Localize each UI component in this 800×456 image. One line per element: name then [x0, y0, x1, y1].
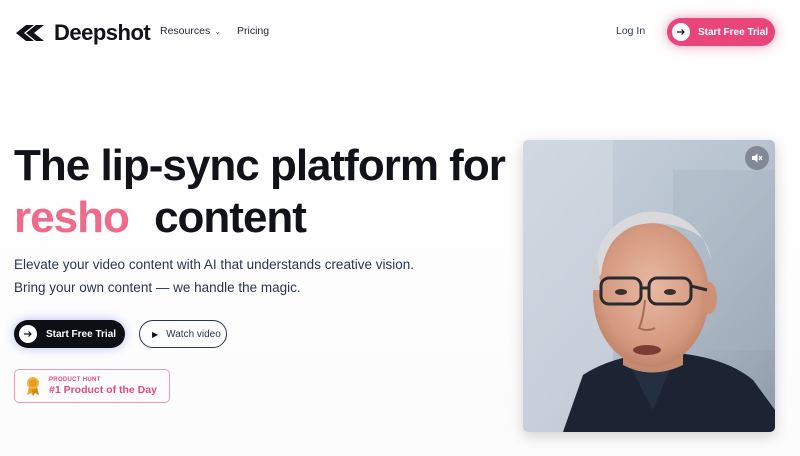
play-icon: ▶ [152, 329, 159, 339]
product-hunt-badge-text: PRODUCT HUNT #1 Product of the Day [49, 376, 157, 397]
demo-video-player[interactable] [523, 140, 775, 432]
product-hunt-label: PRODUCT HUNT [49, 376, 101, 383]
mute-toggle[interactable] [745, 146, 769, 170]
product-of-the-day-label: #1 Product of the Day [49, 383, 157, 396]
speaker-muted-icon [752, 153, 763, 163]
start-free-trial-label: Start Free Trial [46, 328, 117, 340]
hero-subtitle-line1: Elevate your video content with AI that … [14, 257, 414, 272]
hero-subtitle-line2: Bring your own content — we handle the m… [14, 280, 301, 295]
hero-typed-word: resho [14, 193, 130, 242]
start-free-trial-button[interactable]: Start Free Trial [14, 320, 125, 348]
video-frame [523, 140, 775, 432]
nav-pricing-label: Pricing [237, 25, 270, 37]
watch-video-button[interactable]: ▶ Watch video [139, 320, 227, 348]
logo-mark-icon [16, 25, 44, 41]
hero-headline-line2: resho content [14, 192, 307, 244]
hero-headline-line1: The lip-sync platform for [14, 141, 506, 190]
product-hunt-badge[interactable]: PRODUCT HUNT #1 Product of the Day [14, 369, 170, 403]
nav-resources[interactable]: Resources ⌄ [160, 25, 221, 37]
watch-video-label: Watch video [166, 328, 221, 340]
start-free-trial-nav-button[interactable]: Start Free Trial [667, 18, 775, 46]
arrow-right-icon [672, 23, 690, 41]
arrow-right-icon [19, 325, 37, 343]
page: Deepshot Resources ⌄ Pricing Log In Star… [0, 0, 800, 456]
chevron-down-icon: ⌄ [214, 26, 221, 36]
nav-pricing[interactable]: Pricing [237, 25, 269, 37]
brand-name: Deepshot [54, 20, 151, 45]
login-link[interactable]: Log In [616, 25, 645, 37]
nav-resources-label: Resources [160, 25, 211, 37]
brand-logo[interactable]: Deepshot [14, 20, 151, 46]
medal-icon [27, 377, 39, 396]
start-free-trial-nav-label: Start Free Trial [698, 26, 769, 38]
top-nav: Deepshot Resources ⌄ Pricing Log In Star… [0, 0, 800, 64]
hero-headline-rest: content [154, 193, 307, 242]
